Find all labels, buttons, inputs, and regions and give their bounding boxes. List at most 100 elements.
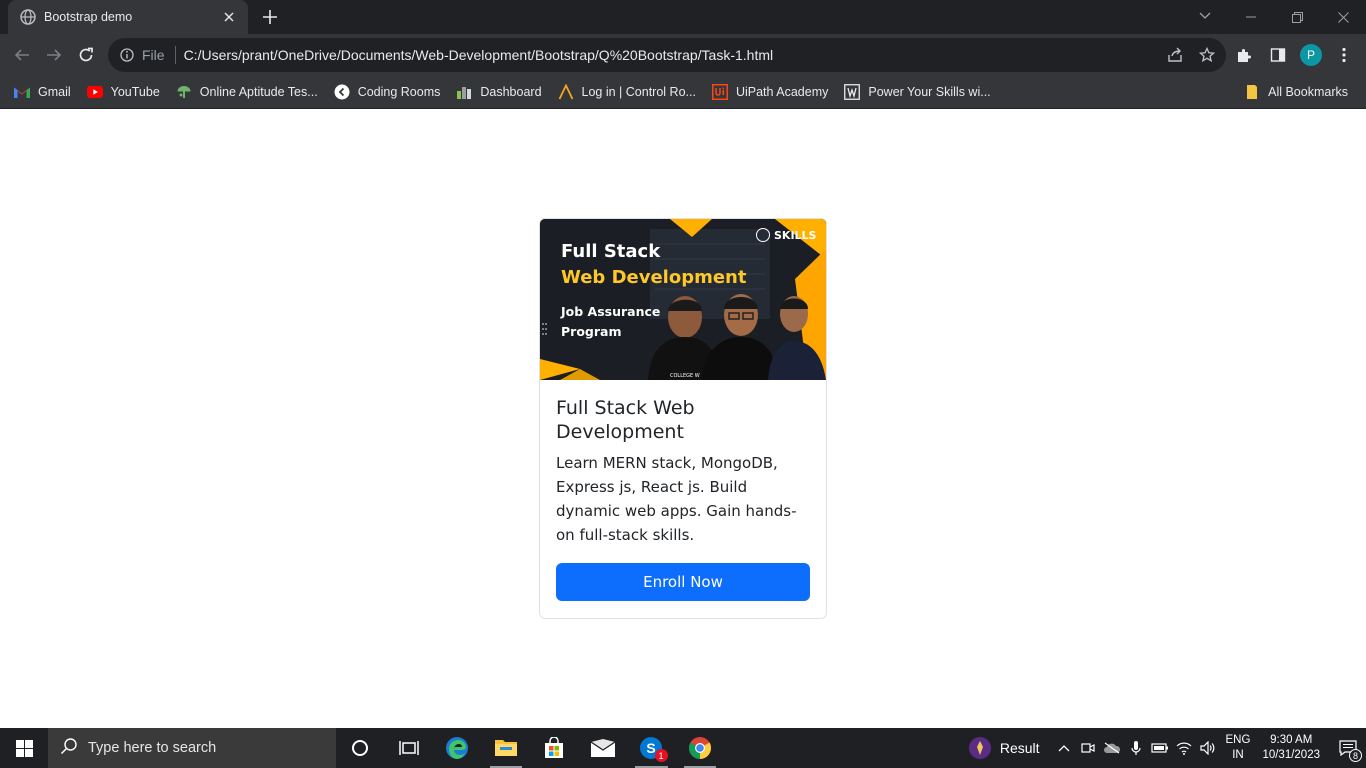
task-view-icon[interactable] bbox=[385, 728, 434, 768]
bookmark-youtube[interactable]: YouTube bbox=[81, 79, 166, 105]
bookmark-control-room[interactable]: Log in | Control Ro... bbox=[552, 79, 702, 105]
minimize-icon[interactable] bbox=[1228, 0, 1274, 34]
all-bookmarks-button[interactable]: All Bookmarks bbox=[1238, 79, 1354, 105]
result-widget[interactable]: Result bbox=[968, 736, 1040, 760]
bookmarks-bar: Gmail YouTube Online Aptitude Tes... Cod… bbox=[0, 76, 1366, 109]
bookmark-star-icon[interactable] bbox=[1196, 44, 1218, 66]
browser-toolbar: File C:/Users/prant/OneDrive/Documents/W… bbox=[0, 34, 1366, 76]
brand-text: SKILLS bbox=[774, 228, 817, 242]
gmail-icon bbox=[14, 84, 30, 100]
system-tray: Result ENG IN 9:30 AM 10/31/2023 8 bbox=[968, 728, 1366, 768]
search-icon bbox=[60, 737, 78, 760]
bookmark-label: Log in | Control Ro... bbox=[581, 85, 696, 99]
bookmark-online-aptitude[interactable]: Online Aptitude Tes... bbox=[170, 79, 324, 105]
bookmark-coding-rooms[interactable]: Coding Rooms bbox=[328, 79, 447, 105]
skills-brand-logo: SKILLS bbox=[756, 228, 816, 242]
tab-bootstrap-demo[interactable]: Bootstrap demo bbox=[8, 0, 248, 34]
info-icon[interactable] bbox=[118, 46, 136, 64]
window-controls bbox=[1228, 0, 1366, 34]
url-text[interactable]: C:/Users/prant/OneDrive/Documents/Web-De… bbox=[184, 47, 774, 63]
back-arrow-icon[interactable] bbox=[9, 42, 35, 68]
search-placeholder: Type here to search bbox=[88, 740, 217, 756]
windows-start-icon[interactable] bbox=[0, 728, 48, 768]
result-label: Result bbox=[999, 740, 1040, 756]
clock-date: 10/31/2023 bbox=[1262, 749, 1320, 761]
chrome-icon[interactable] bbox=[676, 728, 725, 768]
clock[interactable]: 9:30 AM 10/31/2023 bbox=[1262, 733, 1320, 763]
close-tab-icon[interactable] bbox=[220, 8, 238, 26]
course-card: SKILLS Full Stack Web Development Job As… bbox=[539, 218, 827, 619]
tab-search-chevron-icon[interactable] bbox=[1194, 5, 1216, 27]
coding-rooms-icon bbox=[334, 84, 350, 100]
address-bar[interactable]: File C:/Users/prant/OneDrive/Documents/W… bbox=[108, 38, 1226, 72]
control-room-icon bbox=[558, 84, 574, 100]
bookmark-gmail[interactable]: Gmail bbox=[8, 79, 77, 105]
aptitude-icon bbox=[176, 84, 192, 100]
wifi-icon[interactable] bbox=[1172, 728, 1196, 768]
bookmark-label: YouTube bbox=[110, 85, 160, 99]
battery-icon[interactable] bbox=[1148, 728, 1172, 768]
dashboard-icon bbox=[456, 84, 472, 100]
file-scheme-chip: File bbox=[142, 47, 165, 63]
volume-icon[interactable] bbox=[1196, 728, 1220, 768]
result-badge-icon bbox=[968, 737, 991, 759]
banner-heading-line1: Full Stack bbox=[561, 241, 661, 262]
bookmark-label: Power Your Skills wi... bbox=[868, 85, 991, 99]
skype-notification-badge: 1 bbox=[654, 749, 668, 762]
divider bbox=[174, 46, 176, 64]
side-panel-icon[interactable] bbox=[1266, 42, 1290, 68]
uipath-icon bbox=[711, 84, 728, 100]
microphone-icon[interactable] bbox=[1124, 728, 1148, 768]
extensions-puzzle-icon[interactable] bbox=[1232, 42, 1256, 68]
reload-icon[interactable] bbox=[73, 42, 99, 68]
close-window-icon[interactable] bbox=[1320, 0, 1366, 34]
banner-caption: COLLEGE W bbox=[670, 373, 700, 379]
banner-heading-line2: Web Development bbox=[561, 267, 747, 288]
all-bookmarks-label: All Bookmarks bbox=[1268, 85, 1348, 99]
language-code: ENG bbox=[1225, 734, 1251, 746]
more-menu-icon[interactable] bbox=[1332, 42, 1356, 68]
bookmark-label: UiPath Academy bbox=[735, 85, 829, 99]
microsoft-store-icon[interactable] bbox=[530, 728, 579, 768]
clock-time: 9:30 AM bbox=[1270, 734, 1313, 746]
action-center-icon[interactable]: 8 bbox=[1330, 728, 1366, 768]
tab-title: Bootstrap demo bbox=[44, 10, 133, 24]
bookmark-label: Online Aptitude Tes... bbox=[199, 85, 318, 99]
card-body: Full Stack Web Development Learn MERN st… bbox=[540, 380, 826, 617]
bookmark-label: Dashboard bbox=[480, 85, 542, 99]
restore-icon[interactable] bbox=[1274, 0, 1320, 34]
edge-icon[interactable] bbox=[433, 728, 482, 768]
card-title: Full Stack Web Development bbox=[556, 397, 695, 443]
new-tab-button[interactable] bbox=[258, 5, 282, 29]
show-hidden-icons-chevron-icon[interactable] bbox=[1052, 728, 1076, 768]
course-banner-image: SKILLS Full Stack Web Development Job As… bbox=[540, 219, 826, 380]
profile-avatar[interactable]: P bbox=[1300, 44, 1322, 66]
mail-icon[interactable] bbox=[579, 728, 628, 768]
bookmark-dashboard[interactable]: Dashboard bbox=[450, 79, 547, 105]
onedrive-offline-icon[interactable] bbox=[1100, 728, 1124, 768]
bookmark-label: Gmail bbox=[38, 85, 71, 99]
cortana-icon[interactable] bbox=[336, 728, 385, 768]
bookmark-uipath-academy[interactable]: UiPath Academy bbox=[706, 79, 834, 105]
file-explorer-icon[interactable] bbox=[482, 728, 531, 768]
banner-subheading: Job Assurance Program bbox=[561, 304, 661, 339]
skills-icon bbox=[844, 84, 861, 100]
bookmark-power-your-skills[interactable]: Power Your Skills wi... bbox=[838, 79, 996, 105]
taskbar-search-box[interactable]: Type here to search bbox=[48, 728, 336, 768]
enroll-now-button[interactable]: Enroll Now bbox=[556, 563, 810, 601]
folder-icon bbox=[1244, 84, 1260, 100]
language-indicator[interactable]: ENG IN bbox=[1226, 733, 1251, 763]
meet-now-icon[interactable] bbox=[1076, 728, 1100, 768]
notification-count: 8 bbox=[1349, 749, 1362, 762]
forward-arrow-icon[interactable] bbox=[41, 42, 67, 68]
globe-icon bbox=[20, 9, 36, 25]
skype-icon[interactable]: S 1 bbox=[627, 728, 676, 768]
bookmark-label: Coding Rooms bbox=[357, 85, 441, 99]
youtube-icon bbox=[86, 84, 103, 100]
brand-circle-icon bbox=[756, 228, 770, 242]
card-description: Learn MERN stack, MongoDB, Express js, R… bbox=[556, 454, 797, 544]
region-code: IN bbox=[1232, 749, 1244, 761]
share-icon[interactable] bbox=[1164, 44, 1186, 66]
tab-strip: Bootstrap demo bbox=[0, 0, 1366, 34]
page-viewport: SKILLS Full Stack Web Development Job As… bbox=[0, 109, 1366, 728]
